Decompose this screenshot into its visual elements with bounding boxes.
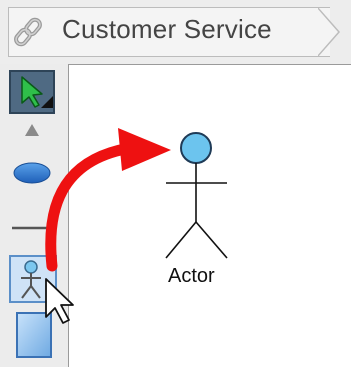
- mouse-cursor-icon: [45, 278, 74, 324]
- canvas-overlay: [45, 128, 228, 324]
- actor-figure[interactable]: [165, 132, 228, 259]
- drag-arrow: [45, 128, 171, 272]
- actor-label: Actor: [168, 265, 215, 287]
